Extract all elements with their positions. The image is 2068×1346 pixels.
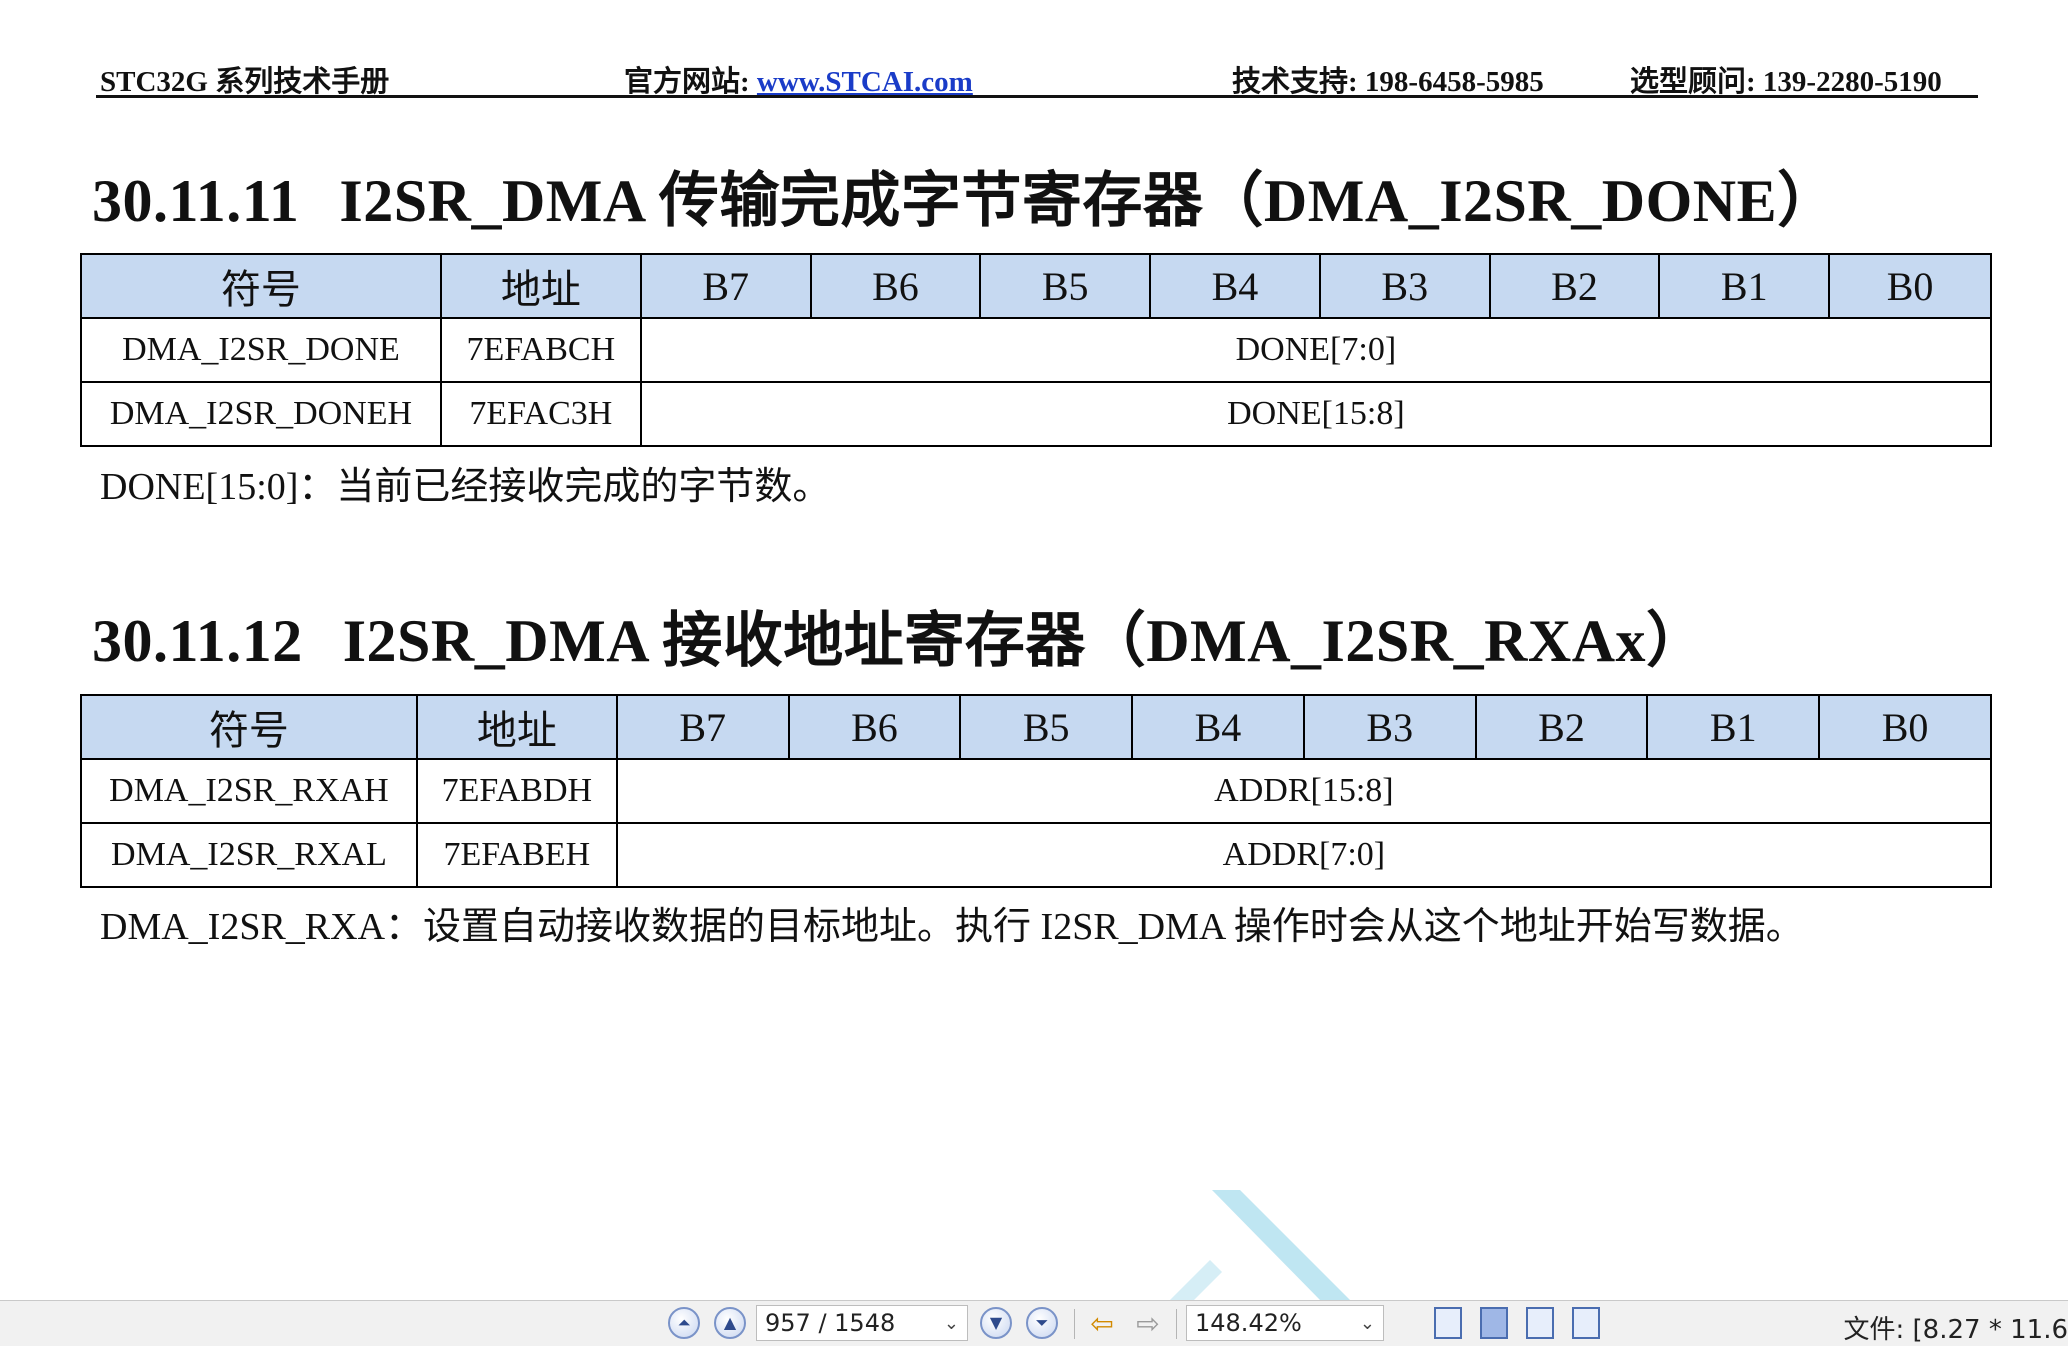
register-symbol: DMA_I2SR_DONE xyxy=(80,317,442,383)
toolbar-separator xyxy=(1074,1309,1075,1339)
continuous-view-icon xyxy=(1480,1307,1508,1339)
viewer-toolbar: ⏶ ▲ 957 / 1548 ⌄ ▼ ⏷ ⇦ ⇨ 148.42% ⌄ 文件: [… xyxy=(0,1300,2068,1346)
zoom-level: 148.42% xyxy=(1195,1309,1302,1337)
section-number: 30.11.12 xyxy=(92,608,303,674)
official-site-label: 官方网站: xyxy=(624,66,757,98)
last-page-button[interactable]: ⏷ xyxy=(1026,1306,1058,1340)
column-header: B4 xyxy=(1131,694,1305,760)
register-field: DONE[15:8] xyxy=(639,381,1993,447)
section-title: I2SR_DMA 接收地址寄存器（DMA_I2SR_RXAx） xyxy=(342,608,1707,674)
chevron-down-icon[interactable]: ⌄ xyxy=(1360,1313,1375,1334)
column-header: B6 xyxy=(809,253,982,319)
column-header: B7 xyxy=(615,694,790,760)
register-address: 7EFABDH xyxy=(415,758,618,824)
column-header: B1 xyxy=(1646,694,1821,760)
register-table: 符号 地址 B7 B6 B5 B4 B3 B2 B1 B0 DMA_I2SR_D… xyxy=(80,253,1993,447)
register-field: ADDR[15:8] xyxy=(615,758,1993,824)
page-indicator: 957 / 1548 xyxy=(765,1309,896,1337)
facing-view-button[interactable] xyxy=(1526,1306,1554,1340)
column-header: 地址 xyxy=(439,253,642,319)
previous-page-icon: ▲ xyxy=(714,1307,746,1339)
register-table: 符号 地址 B7 B6 B5 B4 B3 B2 B1 B0 DMA_I2SR_R… xyxy=(80,694,1993,888)
continuous-facing-view-button[interactable] xyxy=(1572,1306,1600,1340)
official-site-link[interactable]: www.STCAI.com xyxy=(757,66,973,98)
single-page-view-icon xyxy=(1434,1307,1462,1339)
table-row: DMA_I2SR_DONE 7EFABCH DONE[7:0] xyxy=(80,317,1993,383)
chevron-down-icon[interactable]: ⌄ xyxy=(944,1313,959,1334)
column-header: B2 xyxy=(1474,694,1649,760)
toolbar-separator xyxy=(1176,1309,1177,1339)
register-field: DONE[7:0] xyxy=(639,317,1993,383)
column-header: B3 xyxy=(1302,694,1477,760)
register-symbol: DMA_I2SR_DONEH xyxy=(80,381,442,447)
official-site: 官方网站: www.STCAI.com xyxy=(624,58,973,100)
manual-title: STC32G 系列技术手册 xyxy=(100,66,390,98)
register-description: DONE[15:0]：当前已经接收完成的字节数。 xyxy=(100,466,831,508)
page-number-field[interactable]: 957 / 1548 ⌄ xyxy=(756,1305,968,1341)
table-header-row: 符号 地址 B7 B6 B5 B4 B3 B2 B1 B0 xyxy=(80,694,1992,760)
register-symbol: DMA_I2SR_RXAH xyxy=(80,758,418,824)
section-heading: 30.11.11 I2SR_DMA 传输完成字节寄存器（DMA_I2SR_DONE… xyxy=(92,152,1838,239)
document-size-status: 文件: [8.27 * 11.6 xyxy=(1843,1315,2068,1345)
forward-arrow-icon[interactable]: ⇨ xyxy=(1130,1306,1166,1340)
table-row: DMA_I2SR_RXAL 7EFABEH ADDR[7:0] xyxy=(80,822,1993,888)
next-page-button[interactable]: ▼ xyxy=(980,1306,1012,1340)
column-header: B5 xyxy=(959,694,1134,760)
column-header: B4 xyxy=(1149,253,1321,319)
column-header: B6 xyxy=(787,694,962,760)
column-header: 地址 xyxy=(415,694,618,760)
column-header: B2 xyxy=(1488,253,1661,319)
column-header: 符号 xyxy=(80,253,442,319)
document-page: STC32G 系列技术手册 官方网站: www.STCAI.com 技术支持: … xyxy=(0,0,2068,1300)
next-page-icon: ▼ xyxy=(980,1307,1012,1339)
facing-view-icon xyxy=(1526,1307,1554,1339)
column-header: B0 xyxy=(1818,694,1992,760)
column-header: B3 xyxy=(1318,253,1491,319)
table-row: DMA_I2SR_RXAH 7EFABDH ADDR[15:8] xyxy=(80,758,1993,824)
table-header-row: 符号 地址 B7 B6 B5 B4 B3 B2 B1 B0 xyxy=(80,253,1992,319)
last-page-icon: ⏷ xyxy=(1026,1307,1058,1339)
back-arrow-icon[interactable]: ⇦ xyxy=(1084,1306,1120,1340)
register-address: 7EFAC3H xyxy=(439,381,642,447)
tech-support-phone: 技术支持: 198-6458-5985 xyxy=(1232,66,1544,98)
table-row: DMA_I2SR_DONEH 7EFAC3H DONE[15:8] xyxy=(80,381,1993,447)
register-address: 7EFABCH xyxy=(439,317,642,383)
previous-page-button[interactable]: ▲ xyxy=(714,1306,746,1340)
first-page-button[interactable]: ⏶ xyxy=(668,1306,700,1340)
column-header: B1 xyxy=(1658,253,1831,319)
register-field: ADDR[7:0] xyxy=(615,822,1993,888)
continuous-facing-view-icon xyxy=(1572,1307,1600,1339)
first-page-icon: ⏶ xyxy=(668,1307,700,1339)
continuous-view-button[interactable] xyxy=(1480,1306,1508,1340)
column-header: B0 xyxy=(1828,253,1992,319)
single-page-view-button[interactable] xyxy=(1434,1306,1462,1340)
register-description: DMA_I2SR_RXA：设置自动接收数据的目标地址。执行 I2SR_DMA 操… xyxy=(100,906,1804,948)
register-address: 7EFABEH xyxy=(415,822,618,888)
section-heading: 30.11.12 I2SR_DMA 接收地址寄存器（DMA_I2SR_RXAx） xyxy=(92,592,1707,679)
page-header: STC32G 系列技术手册 官方网站: www.STCAI.com 技术支持: … xyxy=(96,48,1978,98)
column-header: B5 xyxy=(979,253,1152,319)
section-title: I2SR_DMA 传输完成字节寄存器（DMA_I2SR_DONE） xyxy=(339,168,1838,234)
watermark-stroke xyxy=(1170,1190,1350,1300)
column-header: 符号 xyxy=(80,694,418,760)
selection-advisor-phone: 选型顾问: 139-2280-5190 xyxy=(1630,66,1942,98)
section-number: 30.11.11 xyxy=(92,168,300,234)
column-header: B7 xyxy=(639,253,812,319)
zoom-field[interactable]: 148.42% ⌄ xyxy=(1186,1305,1384,1341)
register-symbol: DMA_I2SR_RXAL xyxy=(80,822,418,888)
